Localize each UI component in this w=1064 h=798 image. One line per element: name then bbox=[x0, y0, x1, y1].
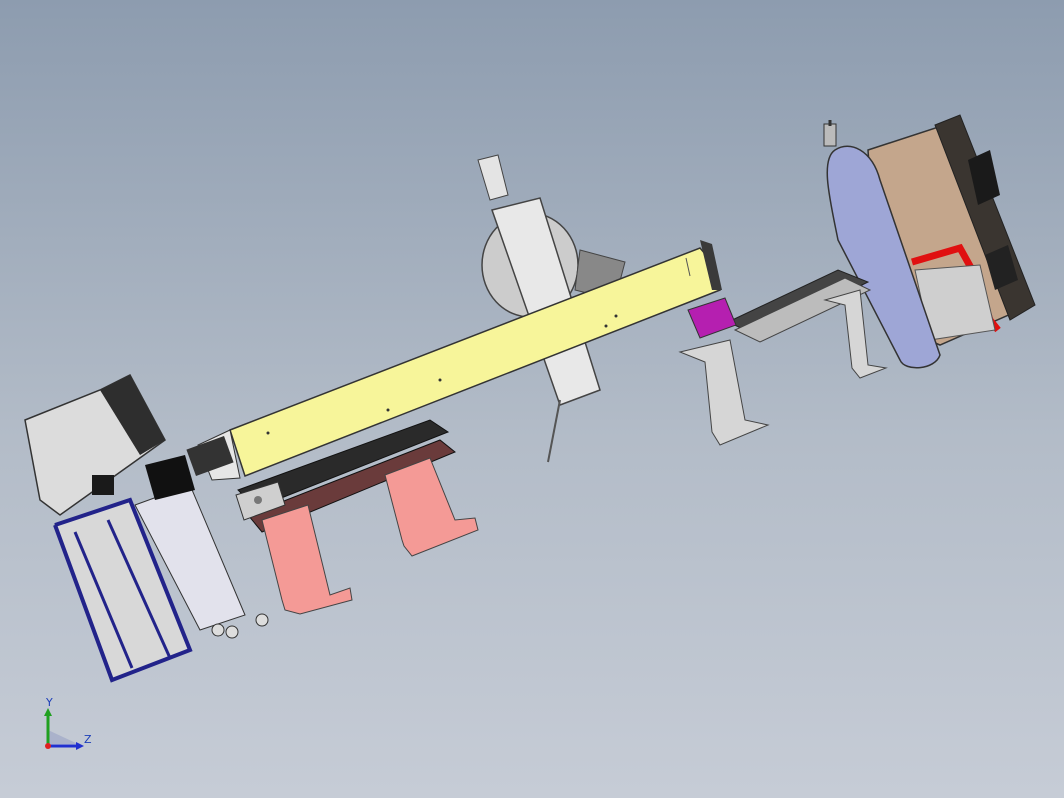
right-conveyor[interactable] bbox=[678, 269, 888, 446]
axis-label-y: Y bbox=[46, 696, 53, 709]
axis-label-z: Z bbox=[84, 733, 92, 746]
3d-model-scene[interactable] bbox=[0, 0, 1064, 798]
magenta-carriage-block[interactable] bbox=[687, 297, 737, 339]
pedestal-right[interactable] bbox=[384, 457, 479, 557]
gantry-beam[interactable] bbox=[197, 240, 722, 481]
orientation-triad: Y Z bbox=[38, 696, 98, 756]
pedestal-left[interactable] bbox=[261, 504, 353, 615]
cad-viewport[interactable]: Y Z bbox=[0, 0, 1064, 798]
